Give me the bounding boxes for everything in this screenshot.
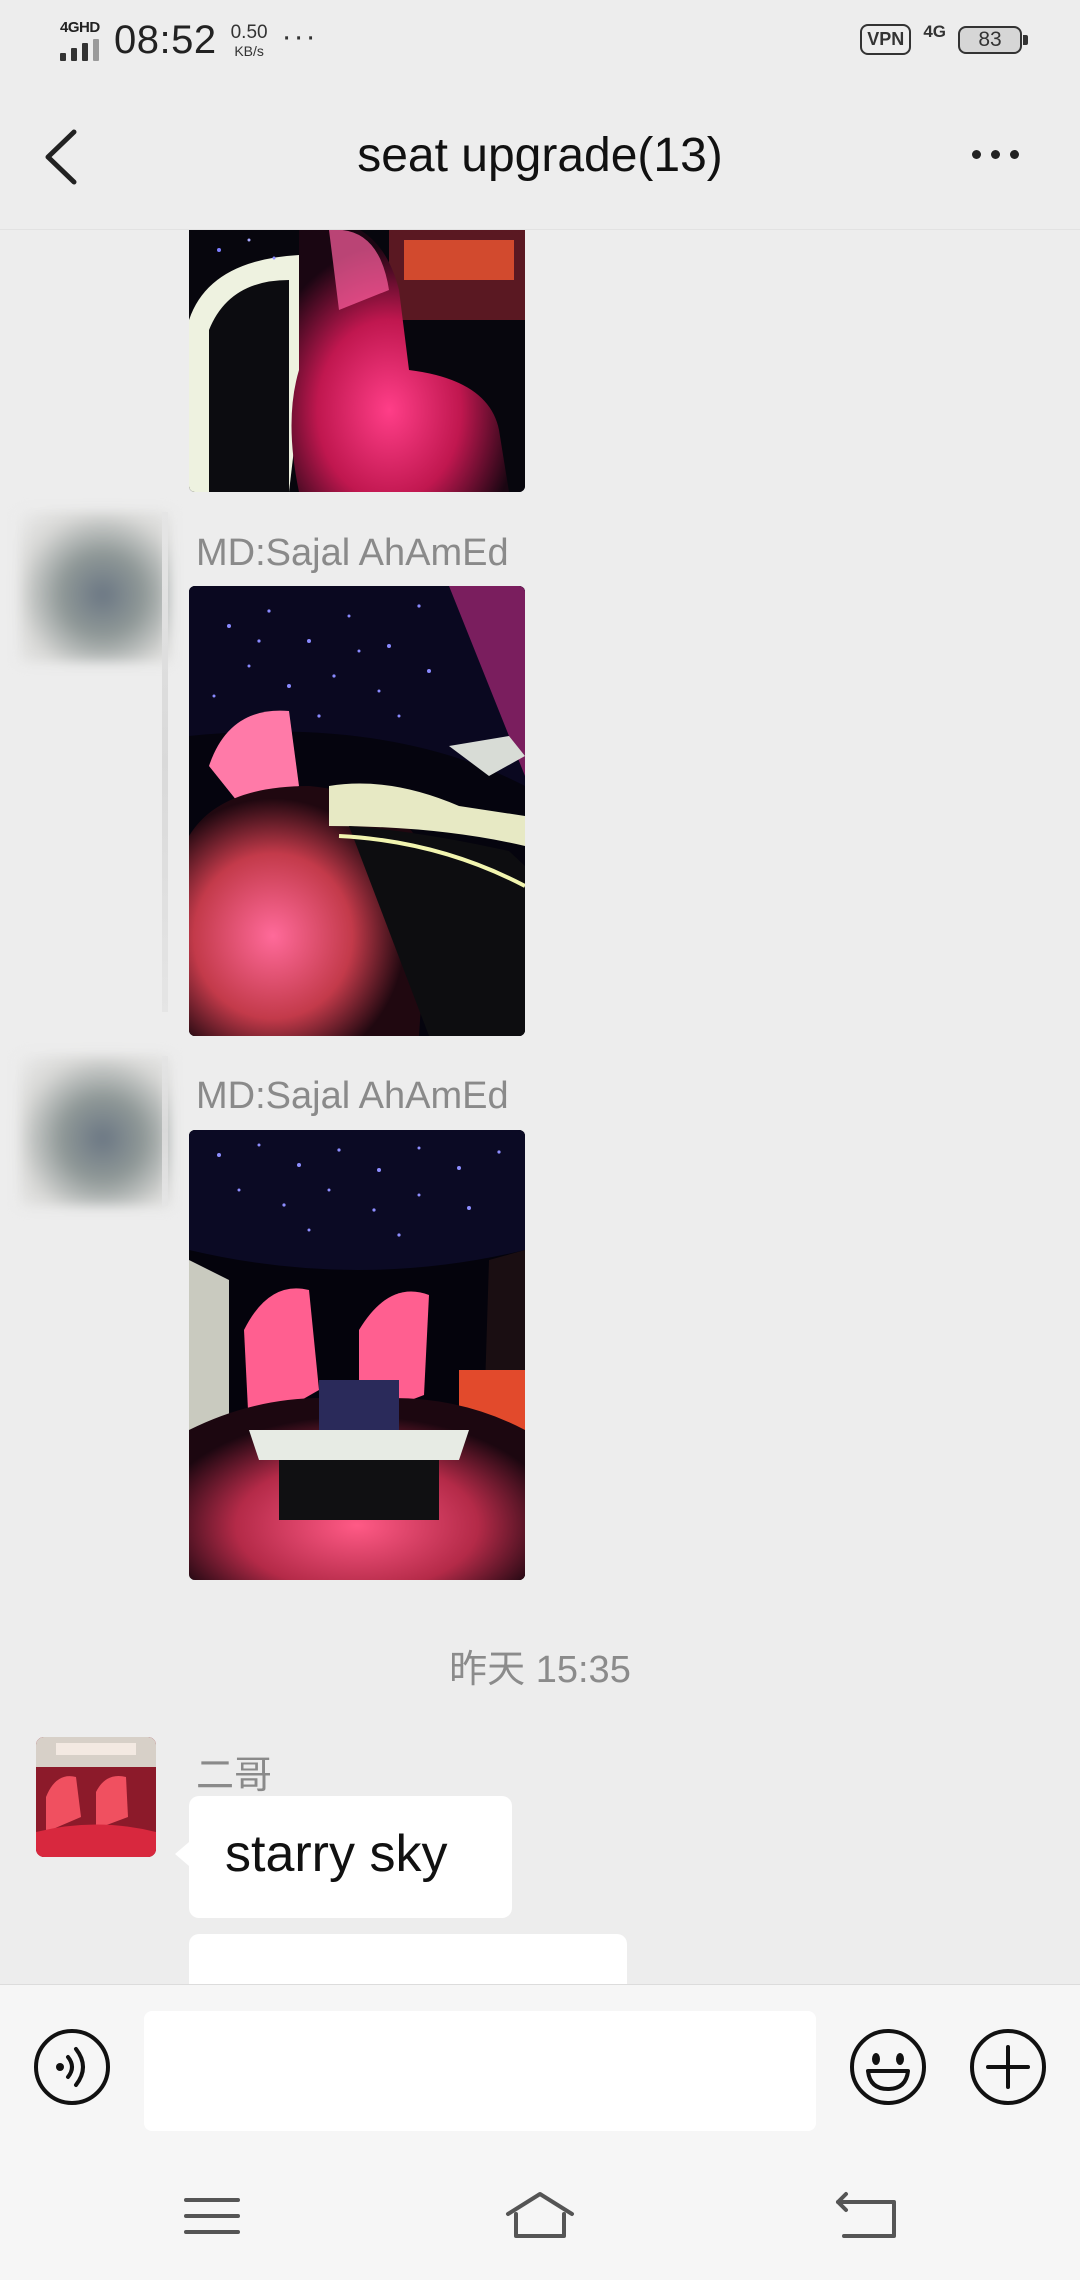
starry-interior-photo [189,1130,525,1580]
text-message[interactable]: 星空 [189,1934,627,1984]
time-divider: 昨天 15:35 [449,1649,631,1691]
sender-name: 二哥 [196,1755,273,1797]
plus-icon [970,2029,1046,2105]
plus-button[interactable] [968,2027,1048,2107]
status-bar: 4GHD 08:52 0.50 KB/s ··· VPN 4G 83 [0,0,1080,84]
clock: 08:52 [114,18,217,62]
status-right: VPN 4G 83 [860,21,1028,55]
message-input[interactable] [144,2011,816,2131]
voice-button[interactable] [32,2027,112,2107]
chat-screen: 4GHD 08:52 0.50 KB/s ··· VPN 4G 83 seat … [0,0,1080,2280]
signal-icon: 4GHD [58,19,106,63]
vpn-badge: VPN [860,24,912,55]
avatar-image [36,1737,156,1857]
image-message[interactable] [189,1130,525,1580]
network-type: 4GHD [60,18,100,36]
battery-icon: 83 [958,25,1028,54]
system-nav-bar [0,2152,1080,2280]
avatar[interactable] [20,512,170,662]
more-icon [971,149,981,159]
chat-title: seat upgrade(13) [357,129,723,182]
network-speed: 0.50 KB/s [230,22,268,59]
network-4g: 4G [923,21,946,41]
nav-home-button[interactable] [504,2190,576,2242]
message-list[interactable]: MD:Sajal AhAmEd MD:Sajal AhAmEd 昨天 15:35… [0,230,1080,1984]
sender-name: MD:Sajal AhAmEd [196,1075,509,1117]
nav-menu-button[interactable] [176,2190,248,2242]
more-button[interactable] [960,134,1030,174]
image-message[interactable] [189,586,525,1036]
notification-more: ··· [281,19,318,53]
chat-header: seat upgrade(13) [0,84,1080,230]
sender-name: MD:Sajal AhAmEd [196,532,509,574]
menu-icon [184,2198,240,2234]
back-icon [836,2192,896,2238]
starry-interior-photo [189,586,525,1036]
image-message[interactable] [189,230,525,492]
nav-back-button[interactable] [832,2190,904,2242]
emoji-icon [850,2029,926,2105]
avatar[interactable] [36,1737,156,1857]
text-message[interactable]: starry sky [189,1796,512,1918]
home-icon [506,2192,574,2238]
input-bar [0,1984,1080,2152]
emoji-button[interactable] [848,2027,928,2107]
voice-icon [34,2029,110,2105]
avatar[interactable] [20,1056,170,1206]
status-left: 4GHD 08:52 0.50 KB/s ··· [58,18,318,63]
seat-photo [189,230,525,492]
